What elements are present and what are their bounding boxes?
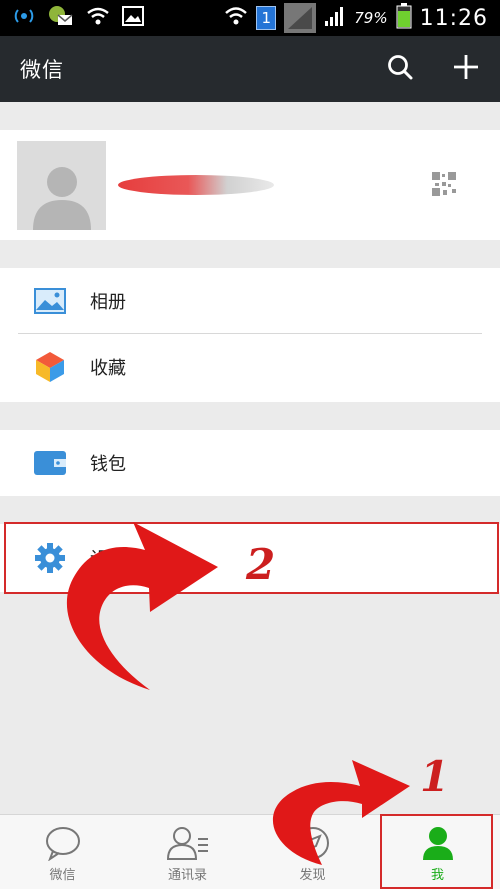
media-group: 相册 收藏 <box>0 268 500 402</box>
wifi-data-icon <box>224 5 248 31</box>
avatar <box>17 141 106 230</box>
battery-icon <box>396 3 412 33</box>
action-bar: 微信 <box>0 36 500 102</box>
annotation-arrow-2 <box>66 522 218 690</box>
tab-contacts[interactable]: 通讯录 <box>125 815 250 889</box>
step-number-2: 2 <box>246 540 276 589</box>
favorites-cube-icon <box>34 351 66 383</box>
favorites-label: 收藏 <box>90 358 126 379</box>
signal-strength-icon <box>324 5 346 31</box>
wallet-icon <box>34 447 66 479</box>
app-title: 微信 <box>20 58 64 82</box>
sim-badge-icon: 1 <box>256 6 277 30</box>
contacts-icon <box>166 827 208 860</box>
wallet-label: 钱包 <box>90 454 126 475</box>
chat-bubble-icon <box>45 827 80 861</box>
default-person-icon <box>32 167 91 230</box>
album-row[interactable]: 相册 <box>0 268 500 334</box>
album-label: 相册 <box>90 292 126 313</box>
annotation-arrow-1 <box>272 760 410 865</box>
wireless-signal-icon <box>12 5 36 31</box>
tab-chats[interactable]: 微信 <box>0 815 125 889</box>
search-icon[interactable] <box>386 53 414 85</box>
tab-label: 通讯录 <box>167 868 207 883</box>
favorites-row[interactable]: 收藏 <box>0 334 500 400</box>
wallet-group: 钱包 <box>0 430 500 496</box>
wallet-row[interactable]: 钱包 <box>0 430 500 496</box>
tab-label: 微信 <box>49 868 76 883</box>
step-number-1: 1 <box>420 752 450 801</box>
message-notification-icon <box>48 5 74 31</box>
plus-icon[interactable] <box>452 53 480 85</box>
battery-percent: 79% <box>354 9 388 27</box>
image-notification-icon <box>122 6 144 30</box>
clock: 11:26 <box>419 5 488 31</box>
status-bar: 1 79% 11:26 <box>0 0 500 36</box>
signal-no-sim-icon <box>284 3 317 33</box>
redacted-name-scribble <box>118 175 274 195</box>
qr-code-icon[interactable] <box>431 171 457 197</box>
wifi-icon <box>86 6 110 30</box>
album-icon <box>34 285 66 317</box>
